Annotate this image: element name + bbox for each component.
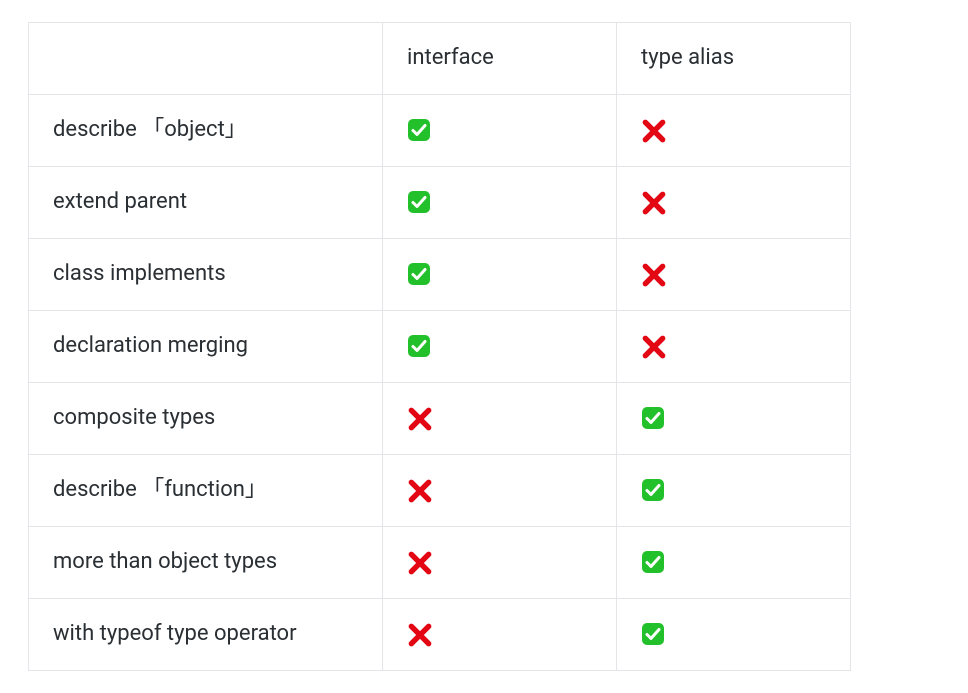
type-alias-cell — [617, 527, 851, 599]
interface-cell — [383, 311, 617, 383]
interface-cell — [383, 239, 617, 311]
header-interface: interface — [383, 23, 617, 95]
feature-cell: extend parent — [29, 167, 383, 239]
interface-cell — [383, 383, 617, 455]
check-icon — [641, 622, 665, 646]
type-alias-cell — [617, 599, 851, 671]
type-alias-cell — [617, 95, 851, 167]
interface-cell — [383, 167, 617, 239]
check-icon — [407, 190, 431, 214]
interface-cell — [383, 527, 617, 599]
cross-icon — [641, 262, 665, 286]
check-icon — [641, 406, 665, 430]
comparison-table: interface type alias describe 「object」ex… — [28, 22, 851, 671]
feature-cell: describe 「object」 — [29, 95, 383, 167]
cross-icon — [641, 334, 665, 358]
feature-cell: composite types — [29, 383, 383, 455]
feature-cell: class implements — [29, 239, 383, 311]
check-icon — [407, 118, 431, 142]
header-type-alias: type alias — [617, 23, 851, 95]
check-icon — [641, 550, 665, 574]
type-alias-cell — [617, 239, 851, 311]
cross-icon — [407, 406, 431, 430]
check-icon — [641, 478, 665, 502]
feature-cell: declaration merging — [29, 311, 383, 383]
table-header-row: interface type alias — [29, 23, 851, 95]
table-row: extend parent — [29, 167, 851, 239]
feature-cell: more than object types — [29, 527, 383, 599]
feature-cell: describe 「function」 — [29, 455, 383, 527]
table-row: describe 「function」 — [29, 455, 851, 527]
table-row: more than object types — [29, 527, 851, 599]
table-row: composite types — [29, 383, 851, 455]
interface-cell — [383, 455, 617, 527]
cross-icon — [641, 118, 665, 142]
cross-icon — [407, 550, 431, 574]
interface-cell — [383, 95, 617, 167]
table-row: with typeof type operator — [29, 599, 851, 671]
type-alias-cell — [617, 455, 851, 527]
table-row: describe 「object」 — [29, 95, 851, 167]
check-icon — [407, 334, 431, 358]
type-alias-cell — [617, 383, 851, 455]
feature-cell: with typeof type operator — [29, 599, 383, 671]
cross-icon — [641, 190, 665, 214]
type-alias-cell — [617, 167, 851, 239]
cross-icon — [407, 478, 431, 502]
type-alias-cell — [617, 311, 851, 383]
table-body: describe 「object」extend parentclass impl… — [29, 95, 851, 671]
header-feature — [29, 23, 383, 95]
interface-cell — [383, 599, 617, 671]
check-icon — [407, 262, 431, 286]
comparison-table-container: interface type alias describe 「object」ex… — [0, 0, 968, 693]
table-row: declaration merging — [29, 311, 851, 383]
cross-icon — [407, 622, 431, 646]
table-row: class implements — [29, 239, 851, 311]
